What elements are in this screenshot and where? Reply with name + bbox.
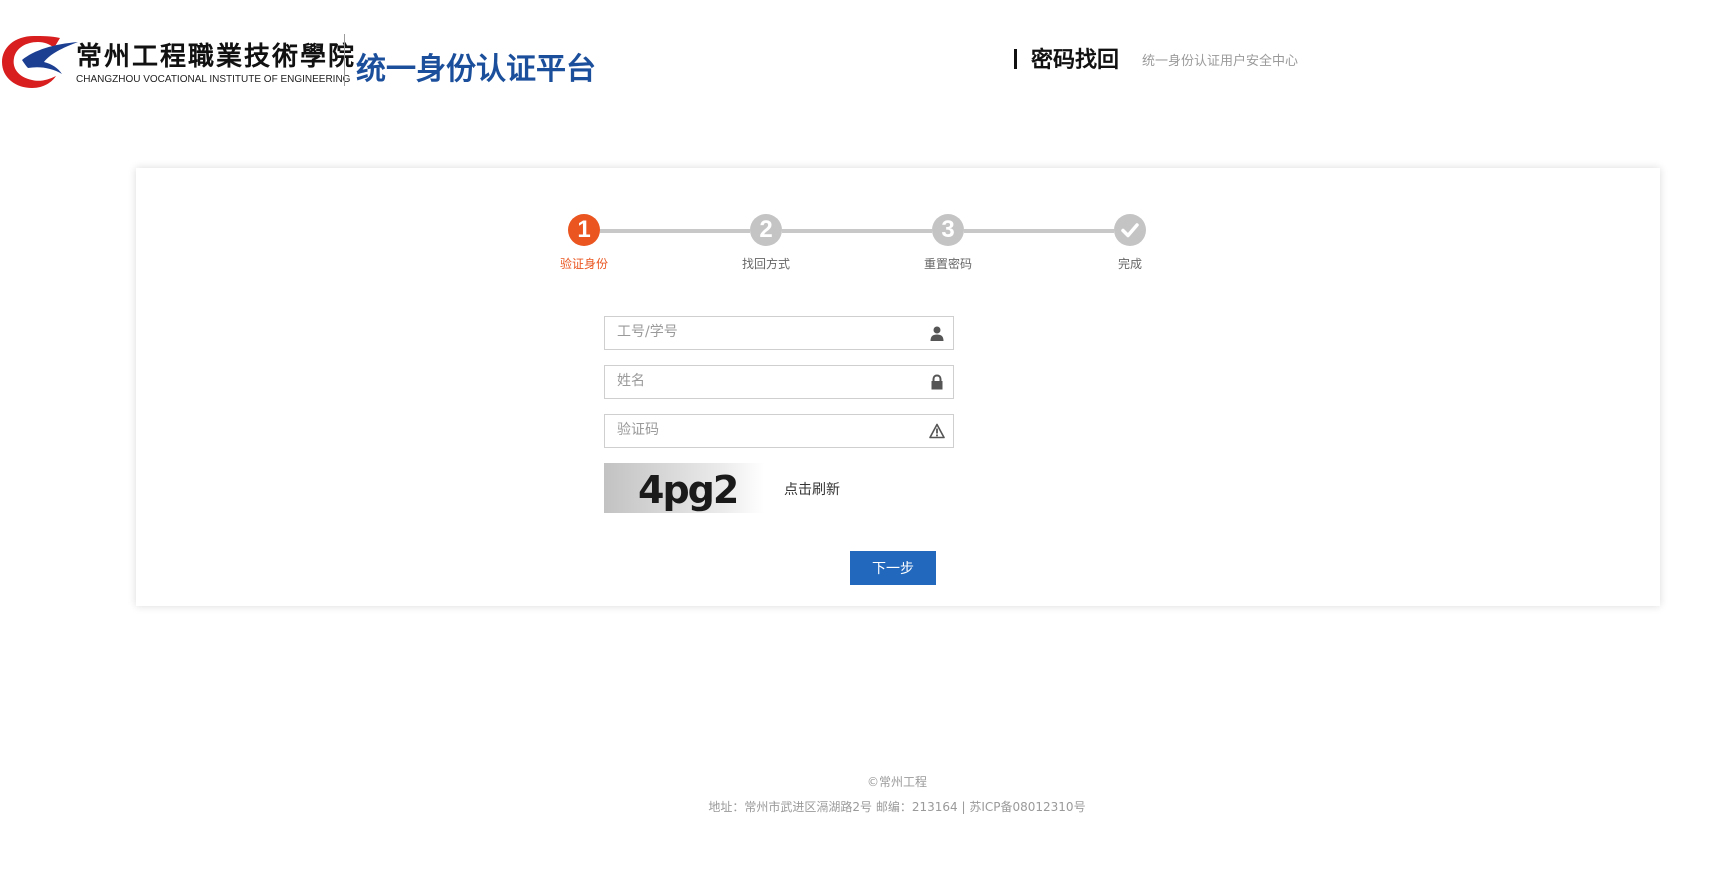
page-subheading: 统一身份认证用户安全中心 [1142, 54, 1299, 69]
platform-title: 统一身份认证平台 [356, 52, 596, 87]
logo-divider [344, 34, 345, 86]
page-heading: 密码找回 [1014, 42, 1119, 74]
refresh-captcha-link[interactable]: 点击刷新 [784, 479, 840, 499]
password-recovery-card: 1 验证身份 2 找回方式 3 重置密码 完成 工号/学号 姓名 验证码 4pg… [136, 168, 1660, 606]
step-number: 3 [932, 214, 964, 246]
name-input[interactable] [605, 366, 917, 396]
user-icon [930, 326, 944, 341]
step-recovery-method: 2 找回方式 [716, 214, 816, 272]
name-field [604, 365, 954, 399]
page-header: 常州工程職業技術學院 CHANGZHOU VOCATIONAL INSTITUT… [0, 0, 1728, 120]
page-heading-text: 密码找回 [1031, 48, 1120, 73]
step-label: 完成 [1117, 257, 1142, 271]
captcha-image[interactable]: 4pg2 [604, 463, 764, 513]
step-number: 1 [568, 214, 600, 246]
captcha-text: 4pg2 [638, 468, 737, 512]
id-input[interactable] [605, 317, 917, 347]
school-name-cn: 常州工程職業技術學院 [76, 42, 357, 72]
step-verify-identity: 1 验证身份 [534, 214, 634, 272]
lock-icon [931, 374, 943, 390]
step-label: 找回方式 [741, 257, 790, 271]
checkmark-icon [1121, 223, 1139, 238]
id-field [604, 316, 954, 350]
step-reset-password: 3 重置密码 [898, 214, 998, 272]
heading-bar [1014, 49, 1017, 69]
step-number: 2 [750, 214, 782, 246]
captcha-field [604, 414, 954, 448]
footer-copyright: ©常州工程 [866, 775, 927, 789]
verify-identity-form: 4pg2 点击刷新 [604, 316, 954, 517]
school-logo-icon [2, 36, 78, 88]
captcha-input[interactable] [605, 415, 917, 445]
step-label: 验证身份 [559, 257, 608, 271]
captcha-row: 4pg2 点击刷新 [604, 463, 954, 517]
step-complete-circle [1114, 214, 1146, 246]
next-step-button[interactable]: 下一步 [850, 551, 936, 585]
footer-address: 地址：常州市武进区滆湖路2号 邮编：213164 | 苏ICP备08012310… [708, 800, 1086, 814]
step-complete: 完成 [1080, 214, 1180, 272]
warning-icon [929, 423, 945, 439]
school-name-en: CHANGZHOU VOCATIONAL INSTITUTE OF ENGINE… [76, 74, 351, 85]
step-progress: 1 验证身份 2 找回方式 3 重置密码 完成 [560, 214, 1196, 284]
step-label: 重置密码 [923, 257, 972, 271]
